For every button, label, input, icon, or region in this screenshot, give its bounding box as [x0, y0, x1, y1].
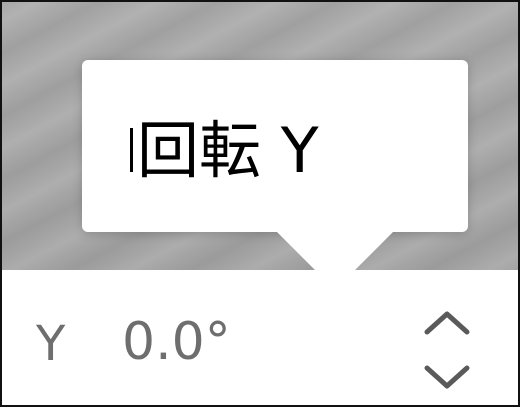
- tooltip-label: 回転 Y: [137, 114, 319, 187]
- rotation-stepper[interactable]: [422, 306, 472, 396]
- tooltip: 回転 Y: [82, 60, 468, 290]
- chevron-down-icon[interactable]: [424, 365, 470, 389]
- screenshot-frame: Y 0.0° 回転 Y: [0, 0, 520, 407]
- text-caret: [130, 128, 133, 172]
- rotation-value-field[interactable]: 0.0°: [122, 316, 231, 376]
- tooltip-pointer: [277, 232, 393, 290]
- axis-label: Y: [36, 316, 66, 372]
- chevron-up-icon[interactable]: [424, 311, 470, 335]
- rotation-y-control: Y 0.0°: [2, 270, 518, 405]
